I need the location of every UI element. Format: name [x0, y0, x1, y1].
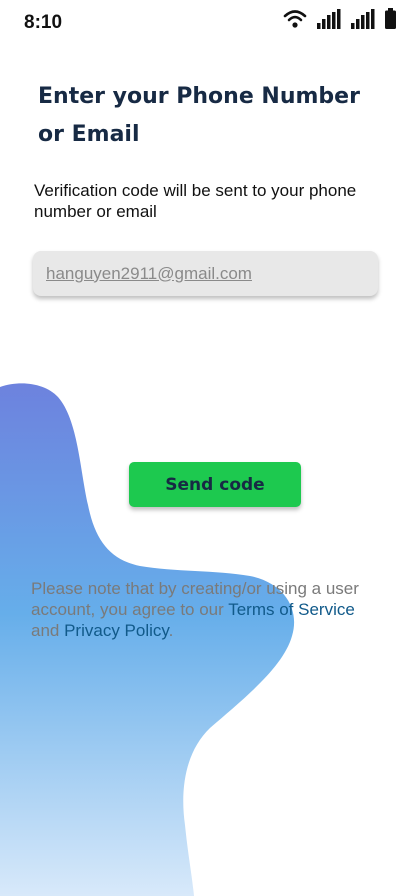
- send-code-button[interactable]: Send code: [129, 462, 301, 507]
- status-bar: 8:10: [0, 0, 414, 44]
- phone-or-email-input[interactable]: [33, 251, 378, 296]
- signal-icon: [317, 9, 341, 29]
- signal-icon-secondary: [351, 9, 375, 29]
- contact-input-container: [33, 251, 378, 296]
- terms-text-middle: and: [31, 621, 65, 640]
- verification-instructions: Verification code will be sent to your p…: [34, 181, 357, 221]
- status-icons: [283, 8, 396, 29]
- terms-notice: Please note that by creating/or using a …: [31, 578, 387, 641]
- status-time: 8:10: [24, 12, 63, 33]
- terms-text-suffix: .: [168, 621, 174, 640]
- terms-of-service-link[interactable]: Terms of Service: [228, 600, 355, 619]
- page-title: Enter your Phone Number or Email: [38, 84, 360, 147]
- wifi-icon: [283, 10, 307, 28]
- privacy-policy-link[interactable]: Privacy Policy: [64, 621, 169, 640]
- battery-icon: [385, 8, 396, 29]
